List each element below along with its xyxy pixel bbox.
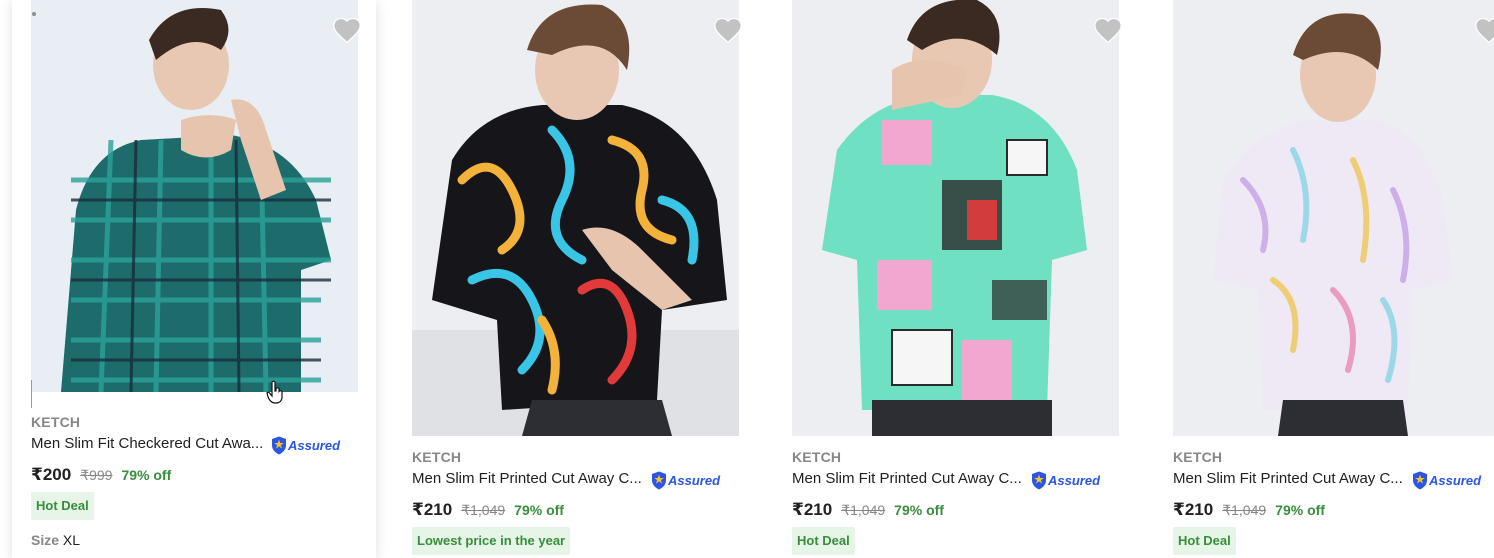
hand-pointer-cursor-icon <box>266 380 284 404</box>
image-edge-divider <box>31 380 32 408</box>
assured-shield-icon <box>1412 471 1428 490</box>
price-row: ₹210 ₹1,049 79% off <box>792 500 944 520</box>
discount-percent: 79% off <box>894 502 944 518</box>
wishlist-heart-icon[interactable] <box>1093 16 1123 44</box>
size-info: Size XL <box>31 532 80 548</box>
assured-text: Assured <box>668 472 721 488</box>
deal-badge: Hot Deal <box>31 492 94 520</box>
original-price: ₹1,049 <box>841 502 886 518</box>
carousel-dot[interactable] <box>32 12 36 16</box>
deal-badge: Hot Deal <box>792 527 855 555</box>
assured-shield-icon <box>651 471 667 490</box>
price-row: ₹200 ₹999 79% off <box>31 465 171 485</box>
selling-price: ₹210 <box>1173 500 1214 519</box>
selling-price: ₹210 <box>412 500 453 519</box>
assured-shield-icon <box>1031 471 1047 490</box>
product-image[interactable] <box>412 0 739 436</box>
discount-percent: 79% off <box>121 467 172 483</box>
assured-text: Assured <box>288 437 341 453</box>
price-row: ₹210 ₹1,049 79% off <box>1173 500 1325 520</box>
discount-percent: 79% off <box>1275 502 1325 518</box>
product-grid: KETCH Men Slim Fit Checkered Cut Awa... … <box>0 0 1494 558</box>
product-image[interactable] <box>31 0 358 392</box>
product-title[interactable]: Men Slim Fit Checkered Cut Awa... <box>31 435 263 452</box>
original-price: ₹1,049 <box>1222 502 1267 518</box>
price-row: ₹210 ₹1,049 79% off <box>412 500 564 520</box>
size-value: XL <box>62 532 81 548</box>
deal-badge: Lowest price in the year <box>412 527 571 555</box>
product-brand: KETCH <box>1173 449 1223 465</box>
assured-badge: Assured <box>1412 470 1481 490</box>
product-image[interactable] <box>1173 0 1494 436</box>
product-image[interactable] <box>792 0 1119 436</box>
wishlist-heart-icon[interactable] <box>713 16 743 44</box>
product-brand: KETCH <box>412 449 462 465</box>
assured-text: Assured <box>1429 472 1482 488</box>
selling-price: ₹200 <box>31 465 72 484</box>
assured-badge: Assured <box>271 435 340 455</box>
product-title[interactable]: Men Slim Fit Printed Cut Away C... <box>792 470 1022 487</box>
wishlist-heart-icon[interactable] <box>1474 16 1494 44</box>
deal-badge: Hot Deal <box>1173 527 1236 555</box>
assured-badge: Assured <box>1031 470 1100 490</box>
product-title[interactable]: Men Slim Fit Printed Cut Away C... <box>412 470 642 487</box>
discount-percent: 79% off <box>514 502 564 518</box>
assured-text: Assured <box>1048 472 1101 488</box>
product-title[interactable]: Men Slim Fit Printed Cut Away C... <box>1173 470 1403 487</box>
assured-shield-icon <box>271 436 287 455</box>
original-price: ₹999 <box>80 467 113 483</box>
product-brand: KETCH <box>31 414 81 430</box>
size-label: Size <box>31 532 60 548</box>
assured-badge: Assured <box>651 470 720 490</box>
selling-price: ₹210 <box>792 500 833 519</box>
original-price: ₹1,049 <box>461 502 506 518</box>
wishlist-heart-icon[interactable] <box>332 16 362 44</box>
product-brand: KETCH <box>792 449 842 465</box>
